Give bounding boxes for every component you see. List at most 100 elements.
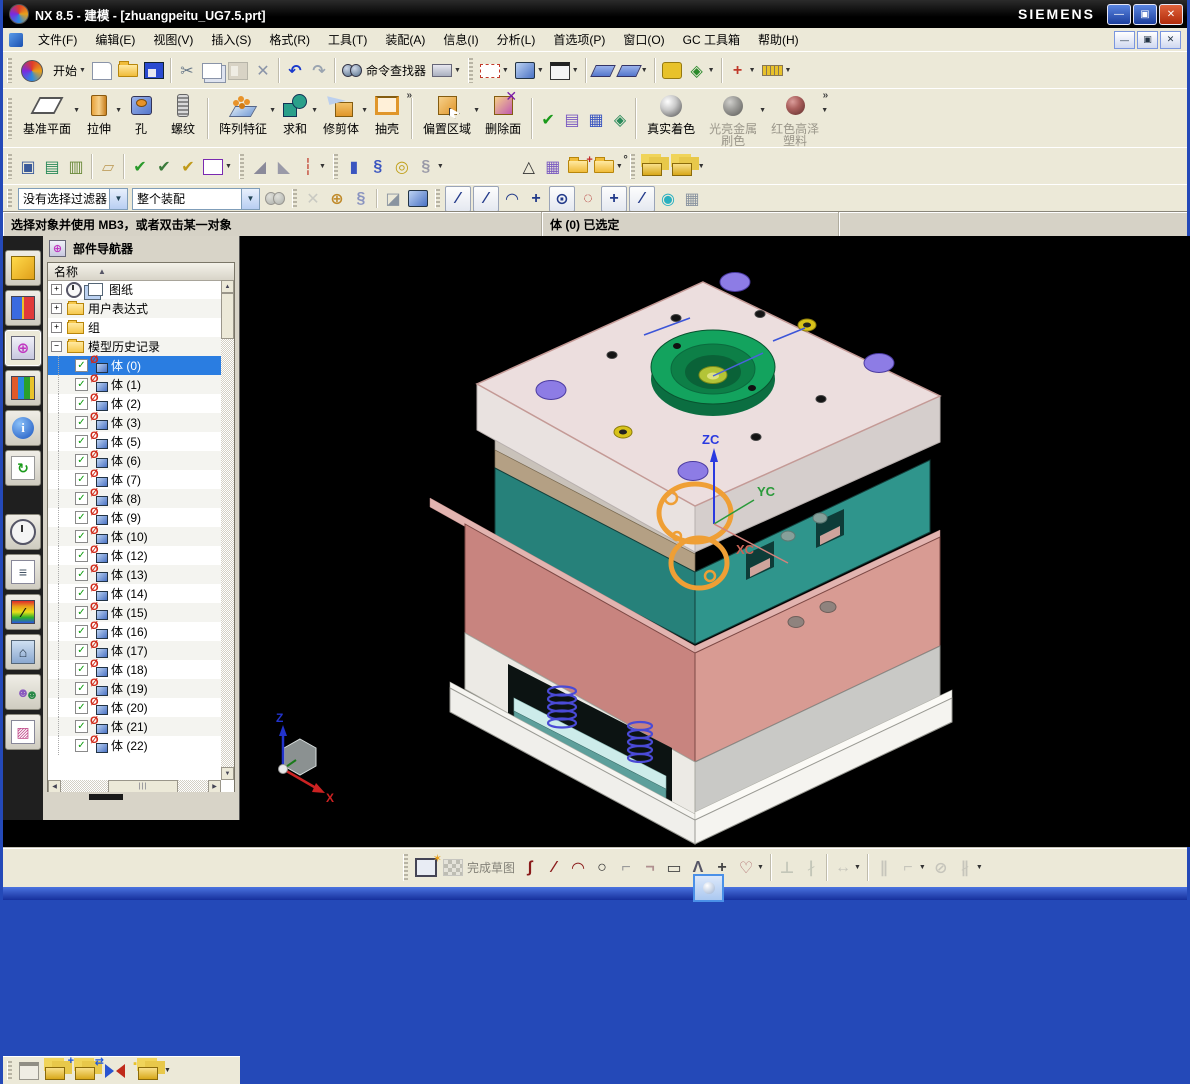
tree-body-row[interactable]: ✓ 体 (1): [48, 374, 221, 394]
chevron-down-icon[interactable]: ▼: [454, 67, 461, 74]
snap-center-button[interactable]: ⊙: [549, 185, 575, 212]
part-family-2-button[interactable]: ▼: [669, 155, 708, 178]
snap-intersection-button[interactable]: +: [524, 187, 548, 211]
part-navigator-button[interactable]: ⊕: [5, 330, 41, 366]
scroll-down-icon[interactable]: ▼: [221, 767, 234, 780]
guide-hole[interactable]: [677, 461, 709, 481]
snap-quadrant-button[interactable]: ◌: [576, 187, 600, 211]
fit-frame-button[interactable]: ▣: [16, 155, 40, 179]
menu-item-10[interactable]: 窗口(O): [614, 29, 673, 50]
chevron-down-icon[interactable]: ▼: [109, 188, 127, 209]
rectangle-button[interactable]: ▭: [662, 856, 686, 880]
grid-snap-button[interactable]: ▦: [680, 187, 704, 211]
chevron-down-icon[interactable]: ▼: [241, 188, 259, 209]
toolbar-grip[interactable]: [403, 853, 408, 882]
toolbar-grip[interactable]: [7, 153, 12, 180]
snap-point-button[interactable]: +: [601, 185, 627, 212]
checkbox-checked-icon[interactable]: ✓: [75, 682, 88, 695]
true-shading-button[interactable]: 真实着色: [640, 91, 702, 136]
view-background-button[interactable]: ▼: [547, 60, 582, 82]
datum-plane-button[interactable]: 基准平面 ▼: [16, 91, 80, 136]
toolbar-grip[interactable]: [7, 189, 12, 208]
equal-button[interactable]: ∦ ▼: [953, 856, 986, 880]
tree-body-row[interactable]: ✓ 体 (20): [48, 697, 221, 717]
chevron-down-icon[interactable]: ▼: [572, 67, 579, 74]
move-component-button[interactable]: ⇄: [72, 1056, 104, 1082]
draft-analysis-button[interactable]: ◢: [248, 155, 272, 179]
toolbar-grip[interactable]: [435, 189, 440, 208]
selection-scope-dropdown[interactable]: 整个装配 ▼: [132, 187, 260, 210]
checkbox-checked-icon[interactable]: ✓: [75, 663, 88, 676]
checkbox-checked-icon[interactable]: ✓: [75, 511, 88, 524]
chevron-down-icon[interactable]: ▼: [79, 67, 86, 74]
menu-item-0[interactable]: 文件(F): [29, 29, 86, 50]
checkbox-checked-icon[interactable]: ✓: [75, 720, 88, 733]
dimension-button[interactable]: ↔ ▼: [831, 856, 864, 880]
menu-item-4[interactable]: 格式(R): [260, 29, 319, 50]
checkbox-checked-icon[interactable]: ✓: [75, 492, 88, 505]
sheet-metal-button[interactable]: ◈: [608, 108, 632, 132]
shaded-view-button[interactable]: ▼: [512, 60, 547, 81]
locating-ring[interactable]: [650, 329, 776, 416]
ruler-button[interactable]: ▼: [759, 63, 795, 78]
finish-sketch-button[interactable]: 完成草图: [440, 857, 518, 878]
chevron-down-icon[interactable]: ▼: [749, 67, 756, 74]
tree-body-row[interactable]: ✓ 体 (14): [48, 583, 221, 603]
toolbar-grip[interactable]: [292, 189, 297, 208]
checkbox-checked-icon[interactable]: ✓: [75, 701, 88, 714]
pattern-component-button[interactable]: ▼: [135, 1059, 174, 1082]
doc-minimize-button[interactable]: —: [1114, 30, 1135, 49]
tree-body-row[interactable]: ✓ 体 (0): [48, 355, 221, 375]
fit-view-button[interactable]: ▼: [477, 62, 512, 80]
collapse-icon[interactable]: −: [51, 341, 62, 352]
layer-settings-button[interactable]: ▤: [40, 155, 64, 179]
toolbar-grip[interactable]: [7, 97, 12, 140]
vertical-scrollbar[interactable]: ▲ ▼: [221, 280, 234, 780]
folder-new-button[interactable]: +: [565, 154, 593, 175]
highlighted-hidden-button[interactable]: [693, 874, 724, 902]
delete-button[interactable]: ✕: [251, 59, 275, 83]
toolbar-grip[interactable]: [238, 153, 244, 180]
redo-button[interactable]: ↷: [307, 59, 331, 83]
menu-item-12[interactable]: 帮助(H): [749, 29, 808, 50]
snap-curve-button[interactable]: ◠: [500, 187, 524, 211]
folder-options-button[interactable]: ° ▼: [591, 154, 628, 175]
show-datum-button[interactable]: [589, 63, 616, 79]
selection-binoculars-button[interactable]: [262, 190, 288, 207]
minimize-button[interactable]: —: [1107, 3, 1131, 25]
chevron-down-icon[interactable]: ▼: [919, 864, 926, 871]
menu-item-8[interactable]: 分析(L): [488, 29, 545, 50]
constraint-navigator-button[interactable]: [5, 290, 41, 326]
sort-arrow-icon[interactable]: ▲: [98, 267, 106, 276]
fillet-button[interactable]: ⌐: [614, 856, 638, 880]
checkbox-checked-icon[interactable]: ✓: [75, 378, 88, 391]
menu-item-2[interactable]: 视图(V): [144, 29, 202, 50]
tree-body-row[interactable]: ✓ 体 (5): [48, 431, 221, 451]
checkbox-checked-icon[interactable]: ✓: [75, 606, 88, 619]
scrollbar-thumb[interactable]: [221, 293, 234, 339]
tree-body-row[interactable]: ✓ 体 (7): [48, 469, 221, 489]
chevron-down-icon[interactable]: ▼: [616, 163, 623, 170]
doc-close-button[interactable]: ✕: [1160, 30, 1181, 49]
toolbar-grip[interactable]: [7, 1061, 12, 1080]
chevron-down-icon[interactable]: ▼: [698, 163, 705, 170]
chevron-down-icon[interactable]: ▼: [757, 864, 764, 871]
deviation-gauge-button[interactable]: ┆ ▼: [296, 155, 329, 179]
undo-button[interactable]: ↶: [283, 59, 307, 83]
add-component-button[interactable]: +: [42, 1055, 74, 1082]
grip-hand-button[interactable]: §: [349, 187, 373, 211]
chevron-down-icon[interactable]: ▼: [319, 163, 326, 170]
scroll-up-icon[interactable]: ▲: [221, 280, 234, 293]
checkbox-checked-icon[interactable]: ✓: [75, 587, 88, 600]
extrude-button[interactable]: 拉伸 ▼: [78, 91, 122, 136]
offset-curve-button[interactable]: ♡ ▼: [734, 856, 767, 880]
perpendicular-button[interactable]: ⌐ ▼: [896, 856, 929, 880]
offset-region-button[interactable]: 偏置区域 ▼: [416, 91, 480, 136]
graphics-viewport[interactable]: ZC YC XC Z X: [240, 236, 1190, 847]
check-parts-button[interactable]: ✔: [128, 155, 152, 179]
view-orient-button[interactable]: ◈ ▼: [685, 59, 718, 83]
metal-shading-button[interactable]: 光亮金属 刷色 ▼: [702, 91, 766, 148]
guide-hole[interactable]: [535, 380, 567, 400]
panel-resize-tab[interactable]: [89, 794, 123, 800]
unite-button[interactable]: 求和 ▼: [274, 91, 318, 136]
